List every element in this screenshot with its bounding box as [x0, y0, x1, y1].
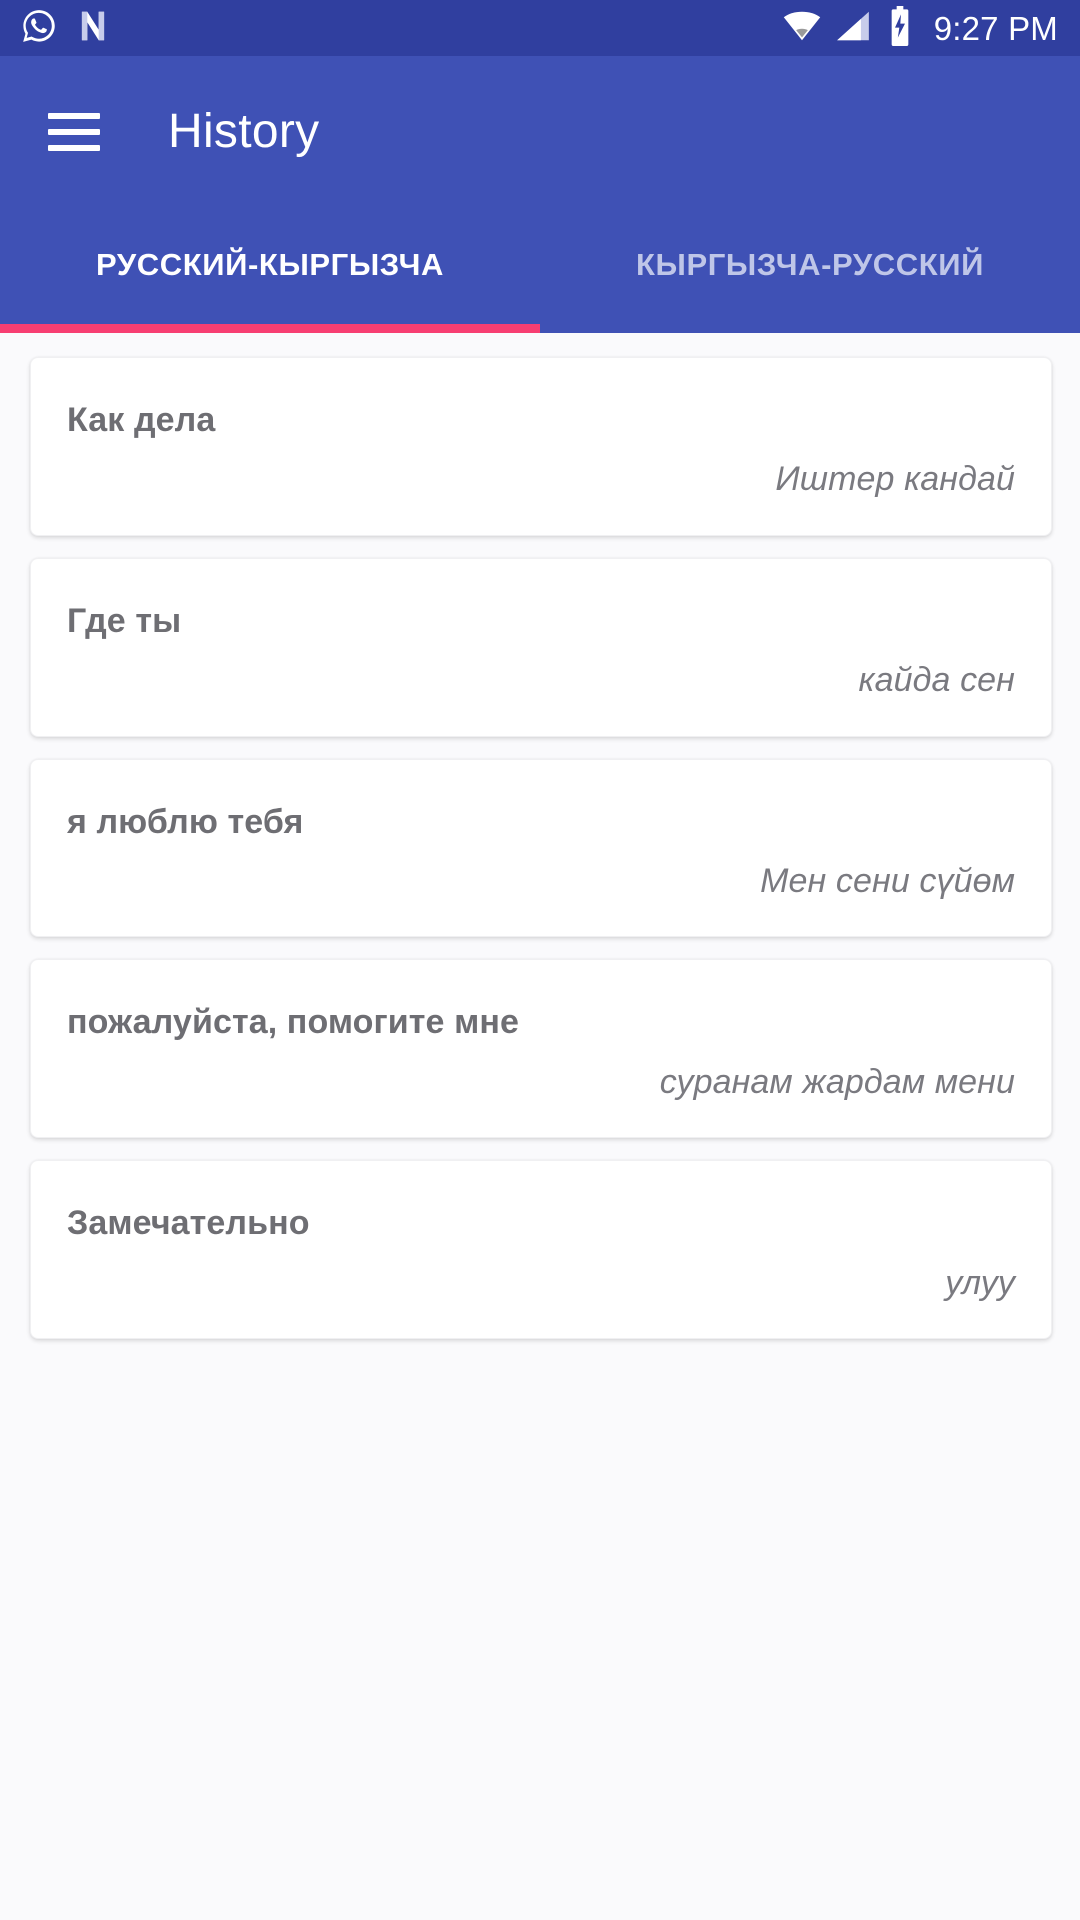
page-title: History — [168, 105, 320, 158]
status-bar-left-icons — [20, 7, 112, 50]
history-source-text: пожалуйста, помогите мне — [67, 1003, 520, 1042]
history-list[interactable]: Как дела Иштер кандай Где ты кайда сен я… — [0, 333, 1080, 1920]
tab-selected-indicator — [0, 324, 540, 333]
hamburger-bar-2 — [48, 129, 100, 135]
list-item[interactable]: Замечательно улуу — [30, 1160, 1052, 1339]
cellular-signal-icon — [834, 7, 872, 50]
history-source-text: Как дела — [67, 401, 216, 439]
hamburger-menu-icon[interactable] — [48, 113, 100, 151]
list-item[interactable]: пожалуйста, помогите мне суранам жардам … — [30, 959, 1052, 1139]
tab-bar: РУССКИЙ-КЫРГЫЗЧА КЫРГЫЗЧА-РУССКИЙ — [0, 208, 1080, 333]
hamburger-bar-1 — [48, 113, 100, 119]
list-item[interactable]: я люблю тебя Мен сени сүйөм — [30, 758, 1052, 938]
status-bar-clock: 9:27 PM — [933, 9, 1058, 47]
history-target-text: суранам жардам мени — [659, 1062, 1015, 1101]
n-logo-icon — [74, 7, 112, 50]
app-toolbar: History — [0, 56, 1080, 208]
list-item[interactable]: Как дела Иштер кандай — [30, 357, 1052, 536]
tab-russian-kyrgyz[interactable]: РУССКИЙ-КЫРГЫЗЧА — [0, 208, 540, 333]
history-source-text: я люблю тебя — [67, 802, 304, 841]
history-target-text: кайда сен — [858, 661, 1015, 700]
tab-kyrgyz-russian[interactable]: КЫРГЫЗЧА-РУССКИЙ — [540, 208, 1080, 333]
status-bar-right-icons: 9:27 PM — [783, 5, 1058, 51]
status-bar: 9:27 PM — [0, 0, 1080, 56]
list-item[interactable]: Где ты кайда сен — [30, 557, 1052, 737]
wifi-icon — [783, 7, 821, 50]
whatsapp-icon — [20, 7, 58, 50]
hamburger-bar-3 — [48, 145, 100, 151]
history-source-text: Где ты — [67, 601, 182, 640]
history-target-text: улуу — [945, 1263, 1015, 1302]
history-target-text: Иштер кандай — [775, 460, 1015, 499]
history-target-text: Мен сени сүйөм — [760, 861, 1015, 900]
battery-charging-icon — [885, 5, 915, 51]
history-source-text: Замечательно — [67, 1204, 310, 1243]
